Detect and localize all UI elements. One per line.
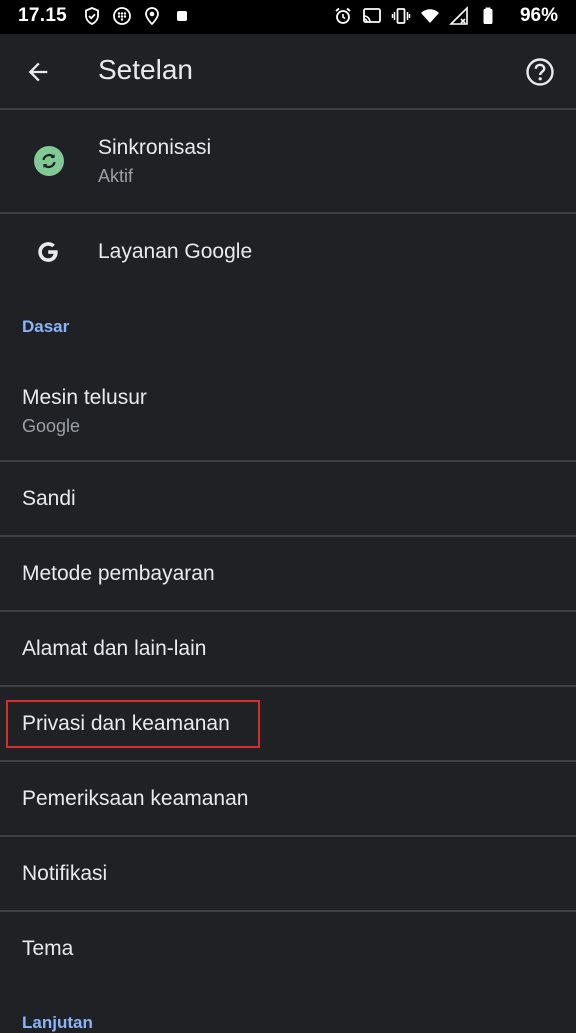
page-title: Setelan bbox=[98, 54, 193, 85]
safety-check-label: Pemeriksaan keamanan bbox=[22, 787, 249, 810]
sync-title: Sinkronisasi bbox=[98, 136, 212, 159]
back-arrow-icon bbox=[28, 62, 48, 82]
section-header-advanced: Lanjutan bbox=[22, 1013, 93, 1032]
battery-percentage: 96% bbox=[519, 5, 558, 26]
search-engine-value: Google bbox=[22, 416, 81, 436]
cellular-signal-icon bbox=[449, 6, 468, 25]
help-icon bbox=[526, 58, 554, 86]
privacy-security-label: Privasi dan keamanan bbox=[22, 712, 230, 735]
alarm-icon bbox=[335, 7, 351, 24]
google-services-row[interactable]: Layanan Google bbox=[0, 214, 576, 290]
theme-label: Tema bbox=[22, 937, 74, 960]
battery-icon bbox=[483, 7, 493, 24]
app-bar: Setelan bbox=[0, 34, 576, 109]
sync-status: Aktif bbox=[98, 166, 134, 186]
status-time: 17.15 bbox=[18, 5, 68, 26]
search-engine-title: Mesin telusur bbox=[22, 386, 147, 409]
status-system-icons bbox=[333, 6, 498, 26]
status-bar: 17.15 96% bbox=[0, 0, 576, 34]
passwords-row[interactable]: Sandi bbox=[0, 462, 576, 535]
payment-methods-row[interactable]: Metode pembayaran bbox=[0, 537, 576, 610]
wifi-icon bbox=[421, 9, 439, 23]
payment-methods-label: Metode pembayaran bbox=[22, 562, 215, 585]
section-header-basic: Dasar bbox=[22, 317, 70, 336]
location-pin-icon bbox=[145, 7, 159, 26]
google-services-label: Layanan Google bbox=[98, 240, 253, 263]
sync-icon bbox=[34, 146, 64, 176]
notifications-row[interactable]: Notifikasi bbox=[0, 837, 576, 910]
status-notification-icons bbox=[82, 6, 192, 26]
google-g-icon bbox=[38, 242, 58, 262]
help-button[interactable] bbox=[520, 52, 560, 92]
theme-row[interactable]: Tema bbox=[0, 912, 576, 988]
addresses-label: Alamat dan lain-lain bbox=[22, 637, 207, 660]
notifications-label: Notifikasi bbox=[22, 862, 108, 885]
shield-check-icon bbox=[85, 7, 99, 25]
addresses-row[interactable]: Alamat dan lain-lain bbox=[0, 612, 576, 685]
square-notification-icon bbox=[177, 11, 187, 21]
sync-row[interactable]: Sinkronisasi Aktif bbox=[0, 110, 576, 212]
back-button[interactable] bbox=[18, 52, 58, 92]
privacy-security-row[interactable]: Privasi dan keamanan bbox=[0, 687, 576, 760]
passwords-label: Sandi bbox=[22, 487, 76, 510]
search-engine-row[interactable]: Mesin telusur Google bbox=[0, 358, 576, 460]
safety-check-row[interactable]: Pemeriksaan keamanan bbox=[0, 762, 576, 835]
cast-icon bbox=[363, 8, 381, 23]
vibrate-icon bbox=[391, 8, 411, 24]
dots-grid-icon bbox=[113, 7, 131, 25]
